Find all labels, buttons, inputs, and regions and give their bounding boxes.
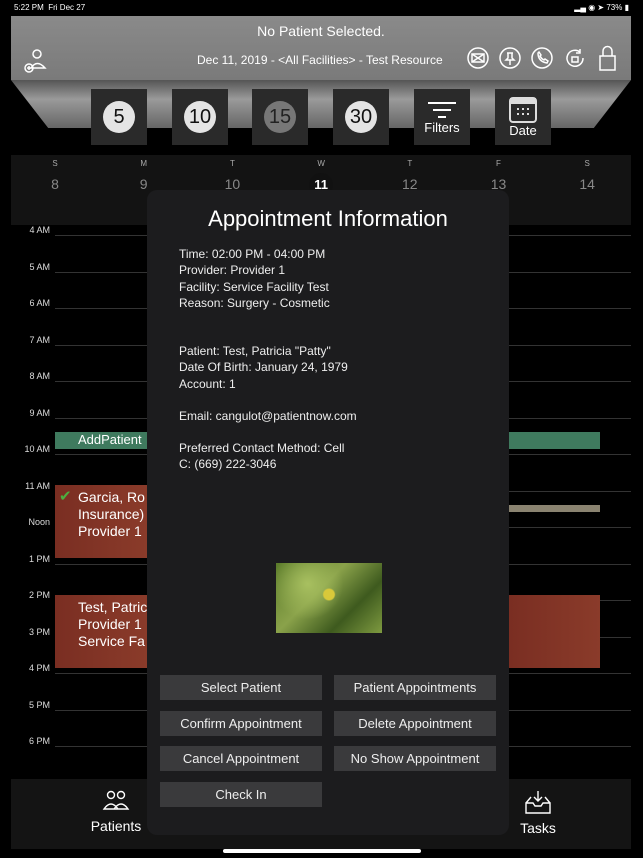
- event-add-patient[interactable]: AddPatient: [55, 432, 147, 449]
- check-in-button[interactable]: Check In: [160, 782, 322, 807]
- email: Email: cangulot@patientnow.com: [179, 409, 357, 423]
- phone-icon[interactable]: [530, 46, 554, 70]
- rotation-lock-icon[interactable]: [563, 46, 587, 70]
- event-test-patricia-continued[interactable]: [509, 595, 600, 668]
- filters-label: Filters: [424, 119, 460, 135]
- event-garcia[interactable]: ✔ Garcia, Ro Insurance) Provider 1: [55, 485, 147, 558]
- weekday-label: M: [140, 159, 148, 168]
- weekday-label: W: [317, 159, 325, 168]
- lock-icon[interactable]: [596, 44, 620, 72]
- info-line: C: (669) 222-3046: [179, 457, 277, 472]
- status-time: 5:22 PM Fri Dec 27: [14, 3, 86, 12]
- tasks-inbox-icon: [525, 791, 551, 814]
- interval-10-button[interactable]: 10: [172, 89, 228, 145]
- hour-label: 5 AM: [29, 261, 50, 272]
- info-line: Patient: Test, Patricia "Patty": [179, 344, 331, 358]
- patient-status: No Patient Selected.: [257, 23, 385, 39]
- day-14[interactable]: 14: [567, 176, 607, 192]
- event-add-patient-continued[interactable]: [509, 432, 600, 449]
- hour-label: 9 AM: [29, 407, 50, 418]
- weekday-label: F: [496, 159, 501, 168]
- tab-patients[interactable]: Patients: [81, 789, 151, 834]
- pin-icon[interactable]: [498, 46, 522, 70]
- interval-30-button[interactable]: 30: [333, 89, 389, 145]
- hour-label: 10 AM: [24, 444, 50, 454]
- delete-appointment-button[interactable]: Delete Appointment: [334, 711, 496, 736]
- event-line: Garcia, Ro: [78, 489, 145, 505]
- info-line: Facility: Service Facility Test: [179, 279, 329, 294]
- cancel-appointment-button[interactable]: Cancel Appointment: [160, 746, 322, 771]
- tab-tasks[interactable]: Tasks: [503, 789, 573, 836]
- hour-label: 1 PM: [28, 553, 50, 564]
- modal-title: Appointment Information: [208, 206, 448, 231]
- interval-label: 10: [184, 101, 216, 133]
- select-patient-button[interactable]: Select Patient: [160, 675, 322, 700]
- hour-label: 2 PM: [28, 590, 50, 600]
- info-line: Time: 02:00 PM - 04:00 PM: [179, 247, 326, 261]
- status-battery: ▂▄ ◉ ➤ 73% ▮: [574, 3, 629, 12]
- hour-label: 4 AM: [29, 225, 50, 235]
- date-label: Date: [509, 122, 537, 138]
- message-icon[interactable]: [466, 46, 490, 70]
- context-info: Dec 11, 2019 - <All Facilities> - Test R…: [197, 53, 443, 67]
- patient-photo: [276, 563, 382, 633]
- hour-label: 6 AM: [29, 298, 50, 308]
- patient-appointments-button[interactable]: Patient Appointments: [334, 675, 496, 700]
- hour-label: 3 PM: [28, 626, 50, 637]
- weekday-label: S: [52, 159, 58, 168]
- interval-5-button[interactable]: 5: [91, 89, 147, 145]
- hour-label: 5 PM: [28, 699, 50, 710]
- calendar-icon: [509, 96, 537, 123]
- hour-label: 6 PM: [28, 736, 50, 746]
- info-line: Date Of Birth: January 24, 1979: [179, 360, 348, 375]
- weekday-label: S: [584, 159, 590, 168]
- weekday-label: T: [229, 159, 235, 168]
- appointment-details: Time: 02:00 PM - 04:00 PM Provider: Provi…: [179, 246, 330, 311]
- event-line: Test, Patric: [78, 599, 147, 615]
- event-line: Provider 1: [78, 616, 142, 632]
- event-tan[interactable]: [509, 505, 600, 512]
- day-8[interactable]: 8: [35, 176, 75, 192]
- date-button[interactable]: Date: [495, 89, 551, 145]
- event-line: Insurance): [78, 506, 145, 522]
- filters-button[interactable]: Filters: [414, 89, 470, 145]
- event-line: Service Fa: [78, 633, 145, 649]
- event-line: Provider 1: [78, 523, 142, 539]
- info-line: Account: 1: [179, 376, 236, 391]
- interval-label: 30: [345, 101, 377, 133]
- add-patient-icon[interactable]: [23, 48, 49, 74]
- hour-label: 7 AM: [29, 334, 50, 345]
- interval-15-button[interactable]: 15: [252, 89, 308, 145]
- patients-icon: [102, 790, 130, 810]
- patient-details: Patient: Test, Patricia "Patty" Date Of B…: [179, 343, 348, 392]
- interval-label: 15: [264, 101, 296, 133]
- home-indicator[interactable]: [223, 849, 421, 853]
- weekday-label: T: [407, 159, 413, 168]
- appointment-info-modal: Appointment Information Time: 02:00 PM -…: [147, 190, 509, 835]
- hour-label: 8 AM: [29, 371, 50, 381]
- tab-label: Tasks: [520, 820, 556, 836]
- filter-icon: [428, 101, 456, 118]
- tab-label: Patients: [90, 818, 142, 834]
- hour-label: 11 AM: [25, 480, 50, 491]
- event-test-patricia[interactable]: Test, Patric Provider 1 Service Fa: [55, 595, 147, 668]
- hour-label: Noon: [28, 517, 50, 527]
- hour-label: 4 PM: [28, 663, 50, 673]
- interval-label: 5: [103, 101, 135, 133]
- confirm-appointment-button[interactable]: Confirm Appointment: [160, 711, 322, 736]
- no-show-appointment-button[interactable]: No Show Appointment: [334, 746, 496, 771]
- checkmark-icon: ✔: [59, 488, 72, 505]
- info-line: Provider: Provider 1: [179, 263, 286, 278]
- contact-details: Preferred Contact Method: Cell C: (669) 2…: [179, 440, 344, 473]
- info-line: Reason: Surgery - Cosmetic: [179, 295, 330, 310]
- info-line: Preferred Contact Method: Cell: [179, 441, 345, 455]
